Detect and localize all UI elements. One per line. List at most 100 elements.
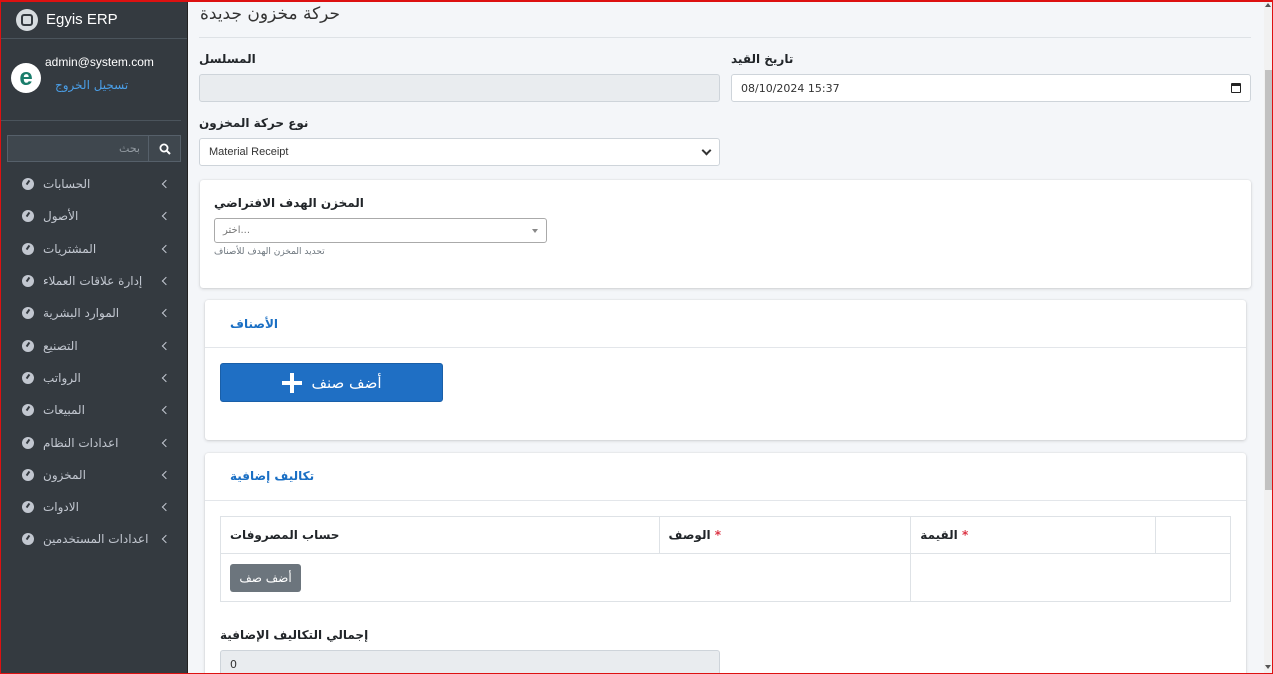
costs-card-title: تكاليف إضافية: [230, 469, 315, 483]
sidebar-item[interactable]: التصنيع: [1, 329, 187, 361]
sidebar-item-label: المشتريات: [43, 241, 97, 256]
sidebar-item-label: إدارة علاقات العملاء: [43, 274, 143, 289]
serial-field[interactable]: [199, 74, 720, 102]
posting-date-field[interactable]: 08/10/2024 15:37: [731, 74, 1251, 102]
column-header-description: الوصف *: [658, 516, 912, 554]
dashboard-icon: [22, 242, 34, 255]
user-email: admin@system.com: [45, 55, 154, 69]
default-target-card: المخزن الهدف الافتراضي اختر... تحديد الم…: [200, 180, 1251, 288]
items-card: الأصناف أضف صنف: [205, 300, 1246, 440]
chevron-left-icon: [161, 438, 171, 447]
scroll-down-arrow-icon[interactable]: [1265, 665, 1271, 669]
sidebar-item[interactable]: اعدادات المستخدمين: [1, 523, 187, 555]
sidebar-item-label: التصنيع: [43, 338, 78, 353]
plus-icon: [281, 372, 302, 393]
items-card-header: الأصناف: [205, 300, 1246, 348]
sidebar-item-label: الموارد البشرية: [43, 306, 120, 321]
entry-type-label: نوع حركة المخزون: [199, 116, 309, 130]
column-header-actions: [1155, 516, 1231, 554]
chevron-left-icon: [161, 179, 171, 189]
search-icon: [159, 143, 171, 155]
chevron-left-icon: [161, 309, 171, 318]
entry-type-select[interactable]: Material Receipt: [199, 138, 720, 166]
add-row-cell: أضف صف: [219, 553, 912, 602]
sidebar-nav: الحسابات الأصول المشتريات إدارة علاقات العم…: [1, 162, 187, 556]
sidebar-item-label: اعدادات النظام: [43, 435, 119, 450]
column-header-amount: القيمة *: [910, 516, 1157, 554]
default-target-label: المخزن الهدف الافتراضي: [214, 196, 364, 210]
serial-label: المسلسل: [199, 52, 256, 66]
costs-card-header: تكاليف إضافية: [205, 453, 1246, 501]
dashboard-icon: [22, 210, 34, 223]
sidebar-item[interactable]: المشتريات: [1, 233, 187, 265]
caret-down-icon: [532, 228, 538, 233]
sidebar-item-label: اعدادات المستخدمين: [43, 532, 149, 547]
additional-costs-card: تكاليف إضافية حساب المصروفات الوصف * الق…: [205, 453, 1246, 674]
search-input[interactable]: [7, 135, 148, 162]
chevron-left-icon: [161, 341, 171, 350]
dashboard-icon: [22, 371, 34, 384]
chevron-left-icon: [161, 244, 171, 253]
dashboard-icon: [22, 468, 34, 481]
page-title: حركة مخزون جديدة: [200, 4, 341, 24]
brand[interactable]: Egyis ERP: [1, 1, 187, 39]
add-item-label: أضف صنف: [311, 373, 382, 392]
sidebar-item-label: المبيعات: [43, 403, 85, 418]
chevron-left-icon: [161, 535, 171, 544]
vertical-scrollbar[interactable]: [1264, 0, 1273, 674]
chevron-left-icon: [161, 373, 171, 383]
posting-date-value: 08/10/2024 15:37: [741, 81, 840, 95]
sidebar-item-label: المخزون: [43, 467, 86, 482]
entry-type-value: Material Receipt: [209, 146, 289, 158]
dashboard-icon: [22, 436, 34, 449]
dashboard-icon: [22, 275, 34, 288]
divider: [199, 37, 1251, 38]
chevron-left-icon: [161, 405, 171, 415]
dashboard-icon: [22, 339, 34, 352]
chevron-left-icon: [161, 212, 171, 221]
default-target-select[interactable]: اختر...: [214, 218, 547, 243]
posting-date-label: تاريخ القيد: [731, 52, 794, 66]
scroll-thumb[interactable]: [1265, 70, 1272, 490]
sidebar-item[interactable]: المبيعات: [1, 394, 187, 426]
brand-name: Egyis ERP: [46, 11, 118, 28]
sidebar-item[interactable]: الأصول: [1, 200, 187, 232]
chevron-left-icon: [161, 470, 171, 480]
sidebar-item[interactable]: إدارة علاقات العملاء: [1, 265, 187, 297]
default-target-placeholder: اختر...: [223, 225, 251, 236]
items-card-title: الأصناف: [230, 317, 278, 331]
add-row-button[interactable]: أضف صف: [230, 563, 301, 592]
sidebar-item-label: الأصول: [43, 209, 79, 224]
sidebar-item-label: الحسابات: [43, 177, 91, 192]
sidebar-item[interactable]: المخزون: [1, 459, 187, 491]
total-costs-field[interactable]: 0: [220, 650, 720, 674]
calendar-icon[interactable]: [1231, 83, 1241, 93]
main-content: حركة مخزون جديدة المسلسل تاريخ القيد 08/…: [189, 0, 1263, 674]
sidebar-search: [1, 121, 187, 162]
sidebar-item-label: الرواتب: [43, 370, 81, 385]
chevron-left-icon: [161, 502, 171, 512]
sidebar-item[interactable]: الحسابات: [1, 168, 187, 200]
sidebar-item[interactable]: الموارد البشرية: [1, 297, 187, 329]
empty-cell: [910, 553, 1231, 602]
user-panel: e admin@system.com تسجيل الخروج: [1, 39, 181, 121]
dashboard-icon: [22, 178, 34, 191]
column-header-expense-account: حساب المصروفات: [220, 516, 660, 554]
dashboard-icon: [22, 307, 34, 320]
total-costs-label: إجمالي التكاليف الإضافية: [220, 628, 369, 642]
brand-logo-icon: [16, 8, 38, 31]
sidebar-item-label: الادوات: [43, 500, 79, 515]
add-item-button[interactable]: أضف صنف: [220, 363, 443, 402]
search-button[interactable]: [148, 135, 181, 162]
chevron-left-icon: [161, 276, 171, 286]
sidebar: Egyis ERP e admin@system.com تسجيل الخرو…: [1, 1, 188, 673]
sidebar-item[interactable]: الرواتب: [1, 362, 187, 394]
sidebar-item[interactable]: اعدادات النظام: [1, 426, 187, 458]
dashboard-icon: [22, 533, 34, 546]
logout-link[interactable]: تسجيل الخروج: [55, 78, 154, 92]
avatar: e: [11, 63, 41, 93]
dashboard-icon: [22, 404, 34, 417]
sidebar-item[interactable]: الادوات: [1, 491, 187, 523]
dashboard-icon: [22, 501, 34, 514]
scroll-up-arrow-icon[interactable]: [1265, 3, 1271, 7]
